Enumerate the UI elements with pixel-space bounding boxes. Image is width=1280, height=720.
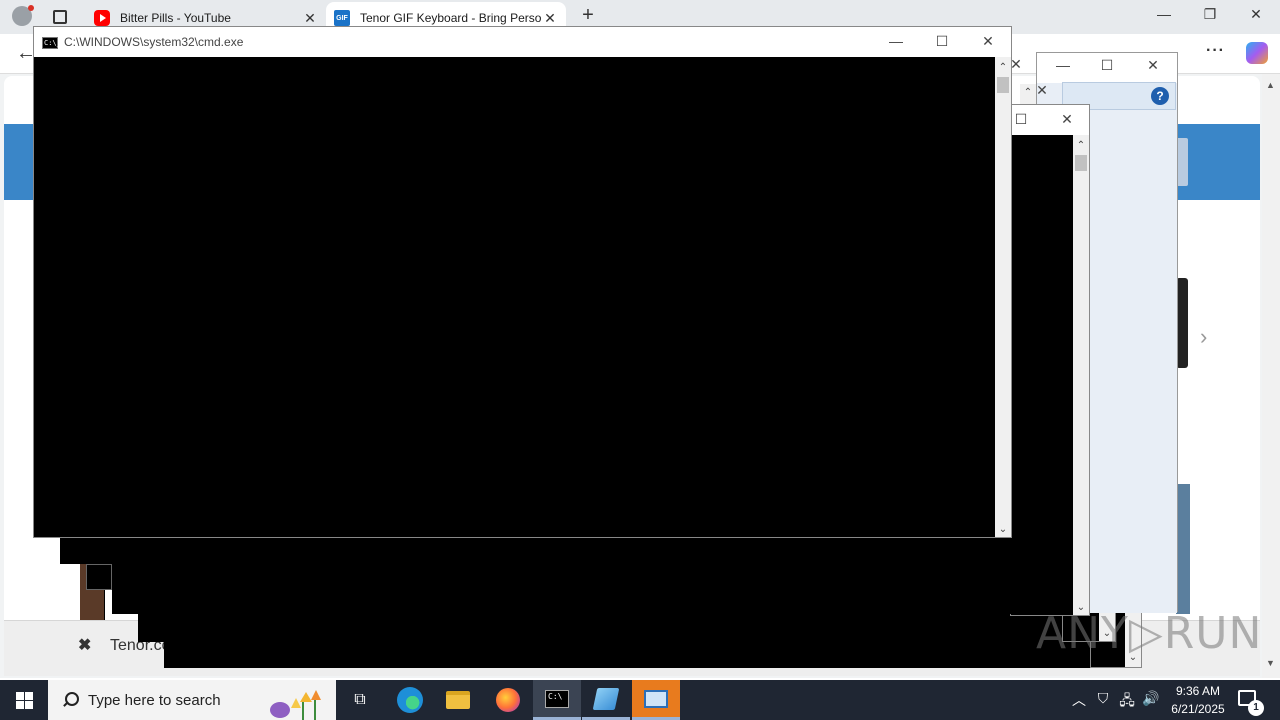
minimize-icon[interactable]: — xyxy=(1152,6,1176,22)
console-window-edge xyxy=(104,590,112,620)
search-placeholder: Type here to search xyxy=(88,691,221,709)
close-icon[interactable]: ✕ xyxy=(978,33,998,50)
clock-time[interactable]: 9:36 AM xyxy=(1160,684,1236,698)
console-window-2[interactable]: ✕ ✕ ⌃ xyxy=(1006,52,1064,104)
maximize-icon[interactable]: ☐ xyxy=(1097,57,1117,74)
maximize-icon[interactable]: ☐ xyxy=(1011,111,1031,128)
tab-title: Tenor GIF Keyboard - Bring Personality T… xyxy=(360,11,542,25)
console-window-edge xyxy=(60,538,112,564)
search-icon xyxy=(62,692,79,708)
tab-actions-icon[interactable] xyxy=(53,10,67,24)
close-tab-icon[interactable]: ✕ xyxy=(542,10,558,27)
youtube-icon xyxy=(94,10,110,26)
scroll-thumb[interactable] xyxy=(1075,155,1087,171)
notepad-icon[interactable] xyxy=(582,680,630,720)
cmd-title-bar[interactable]: C:\_ C:\WINDOWS\system32\cmd.exe — ☐ ✕ xyxy=(34,27,1011,57)
windows-logo-pane xyxy=(16,701,24,709)
volume-icon[interactable]: 🔊 xyxy=(1142,690,1160,707)
remote-desktop-icon[interactable] xyxy=(632,680,680,720)
console-window-3[interactable]: ☐ ✕ ⌃ ⌄ xyxy=(1010,104,1090,616)
scrollbar[interactable]: ⌃ ⌄ xyxy=(995,57,1011,537)
taskbar-search-box[interactable]: Type here to search xyxy=(48,680,336,720)
scroll-up-icon[interactable]: ⌃ xyxy=(995,61,1011,75)
edge-icon[interactable] xyxy=(386,680,434,720)
tab-title: Bitter Pills - YouTube xyxy=(120,11,231,25)
close-tab-icon[interactable]: ✕ xyxy=(302,10,318,27)
windows-logo-icon xyxy=(16,692,24,700)
start-button[interactable] xyxy=(0,680,48,720)
new-tab-button[interactable]: + xyxy=(578,5,598,26)
minimize-icon[interactable]: — xyxy=(886,33,906,49)
restore-icon[interactable]: ❐ xyxy=(1198,6,1222,23)
maximize-icon[interactable]: ☐ xyxy=(932,33,952,50)
scroll-down-icon[interactable]: ⌄ xyxy=(995,523,1011,537)
anyrun-watermark: ANY▷RUN xyxy=(1036,608,1263,659)
network-icon[interactable]: 🖧 xyxy=(1118,690,1136,714)
cmd-window[interactable]: C:\_ C:\WINDOWS\system32\cmd.exe — ☐ ✕ ⌃… xyxy=(33,26,1012,538)
security-icon[interactable]: ⛉ xyxy=(1094,690,1112,707)
console-window-edge xyxy=(86,564,112,590)
gif-icon: GIF xyxy=(334,10,350,26)
scroll-up-icon[interactable]: ▲ xyxy=(1266,80,1275,90)
copilot-icon[interactable] xyxy=(1246,42,1268,64)
search-highlight-art xyxy=(270,690,321,720)
console-window-edge xyxy=(164,640,1124,668)
close-icon[interactable]: ✕ xyxy=(1143,57,1163,74)
console-output[interactable] xyxy=(34,57,995,537)
page-scrollbar[interactable]: ▲ ▼ xyxy=(1262,74,1280,678)
console-output xyxy=(1011,135,1073,615)
cmd-logo: C:\ xyxy=(545,689,569,708)
windows-logo-pane xyxy=(25,701,33,709)
scroll-down-icon[interactable]: ▼ xyxy=(1266,658,1275,668)
help-icon[interactable]: ? xyxy=(1151,87,1169,105)
scroll-thumb[interactable] xyxy=(997,77,1009,93)
clock-date[interactable]: 6/21/2025 xyxy=(1160,702,1236,716)
edge-logo xyxy=(397,687,423,713)
console-window-edge xyxy=(138,614,1098,642)
show-hidden-icons-icon[interactable]: ︿ xyxy=(1072,690,1086,710)
scrollbar[interactable]: ⌃ ⌄ xyxy=(1073,135,1089,615)
close-icon[interactable]: ✕ xyxy=(1244,6,1268,23)
page-image xyxy=(1176,484,1190,614)
scrollbar[interactable]: ⌃ xyxy=(1020,84,1036,104)
scroll-up-icon[interactable]: ⌃ xyxy=(1073,139,1089,153)
task-view-icon[interactable]: ⧉ xyxy=(336,680,384,720)
profile-badge xyxy=(28,5,34,11)
close-icon[interactable]: ✕ xyxy=(1057,111,1077,128)
windows-logo-pane xyxy=(25,692,33,700)
taskbar: Type here to search ⧉ C:\ ︿ ⛉ 🖧 🔊 9:36 A… xyxy=(0,680,1280,720)
chevron-right-icon[interactable]: › xyxy=(1200,324,1207,350)
file-explorer-icon[interactable] xyxy=(434,680,482,720)
firefox-icon[interactable] xyxy=(484,680,532,720)
console-window-edge xyxy=(112,538,1012,614)
close-footer-icon[interactable]: ✖ xyxy=(78,635,91,655)
firefox-logo xyxy=(496,688,520,712)
cmd-taskbar-icon[interactable]: C:\ xyxy=(533,680,581,720)
notification-badge: 1 xyxy=(1248,700,1264,716)
more-options-icon[interactable]: ··· xyxy=(1206,42,1225,60)
scroll-up-icon[interactable]: ⌃ xyxy=(1020,86,1036,100)
window-title: C:\WINDOWS\system32\cmd.exe xyxy=(64,35,244,49)
rdp-logo xyxy=(644,689,668,708)
cmd-icon: C:\_ xyxy=(42,37,61,49)
notepad-logo xyxy=(592,687,620,710)
folder-logo xyxy=(446,691,470,709)
